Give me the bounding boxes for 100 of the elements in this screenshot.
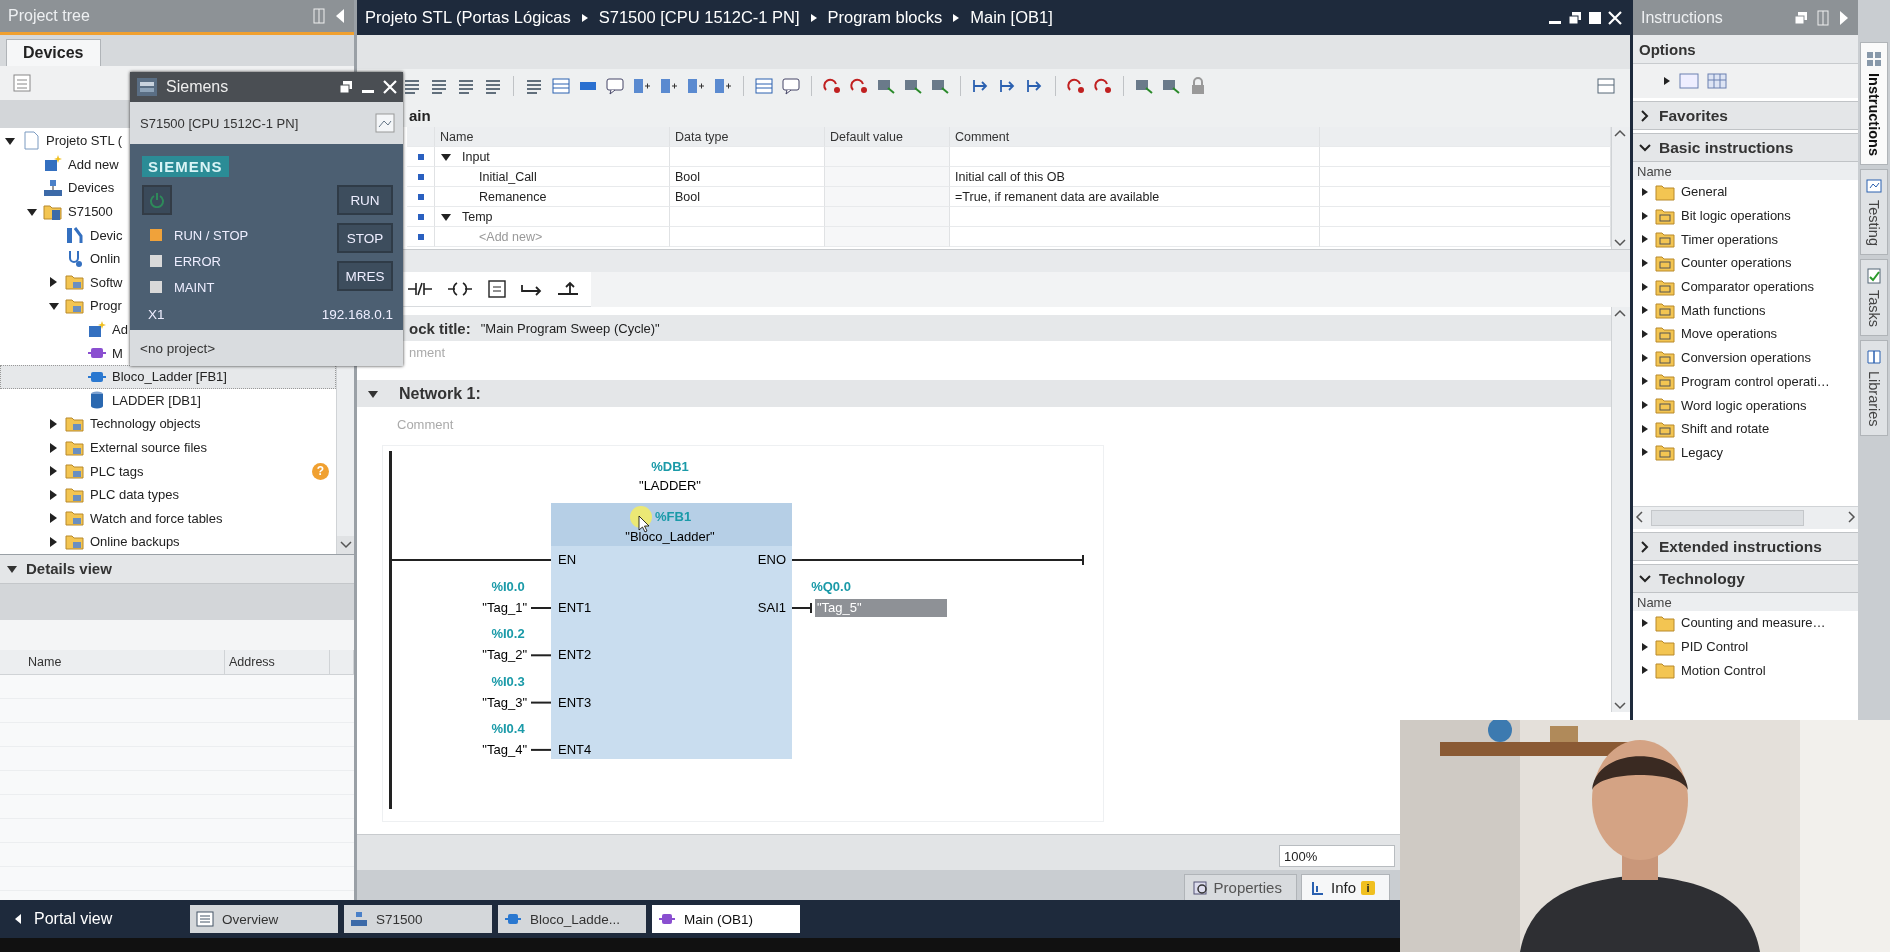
tree-item[interactable]: PLC tags ? bbox=[0, 459, 336, 483]
breadcrumb[interactable]: Projeto STL (Portas Lógicas bbox=[365, 8, 571, 27]
mode-button[interactable]: STOP bbox=[337, 223, 393, 253]
instruction-item[interactable]: Comparator operations bbox=[1633, 274, 1858, 299]
restore-icon[interactable] bbox=[1568, 10, 1582, 25]
tag-name[interactable]: "Tag_4" bbox=[482, 741, 527, 757]
tree-item[interactable]: PLC data types bbox=[0, 482, 185, 507]
instruction-item[interactable]: Timer operations bbox=[1633, 227, 1858, 252]
side-tab[interactable]: Tasks bbox=[1860, 258, 1888, 336]
tree-item[interactable]: Projeto STL ( bbox=[0, 129, 129, 153]
close-icon[interactable] bbox=[383, 80, 397, 94]
close-branch-icon[interactable] bbox=[557, 280, 579, 298]
expand-arrow-icon[interactable] bbox=[1641, 447, 1649, 458]
tree-item[interactable]: Add new bbox=[0, 152, 125, 177]
mode-button[interactable]: RUN bbox=[337, 185, 393, 215]
scrollbar[interactable] bbox=[1633, 506, 1858, 529]
scroll-down-icon[interactable] bbox=[339, 540, 352, 549]
section-header[interactable]: Extended instructions bbox=[1633, 532, 1858, 561]
taskbar-item[interactable]: Bloco_Ladde... bbox=[498, 905, 646, 933]
panel-icon[interactable] bbox=[375, 113, 395, 133]
section-header[interactable]: Favorites bbox=[1633, 101, 1858, 130]
tag-name[interactable]: "Tag_2" bbox=[482, 647, 527, 663]
expand-arrow-icon[interactable] bbox=[1641, 641, 1649, 652]
comment-icon[interactable] bbox=[605, 76, 625, 96]
tree-item[interactable]: Progr bbox=[0, 294, 128, 318]
table-icon[interactable] bbox=[551, 76, 571, 96]
block-title[interactable]: "Main Program Sweep (Cycle)" bbox=[480, 320, 660, 336]
instruction-item[interactable]: Program control operati… bbox=[1633, 369, 1858, 394]
breadcrumb[interactable]: S71500 [CPU 1512C-1 PN] bbox=[598, 8, 800, 27]
table-icon[interactable] bbox=[754, 76, 774, 96]
tree-item[interactable]: Watch and force tables bbox=[0, 506, 229, 531]
expand-arrow-icon[interactable] bbox=[1641, 423, 1649, 434]
tree-item[interactable]: Devic bbox=[0, 223, 129, 247]
section-row[interactable]: Input bbox=[435, 147, 670, 167]
expand-arrow-icon[interactable] bbox=[1641, 234, 1649, 245]
expand-arrow-icon[interactable] bbox=[1663, 76, 1671, 86]
collapse-icon[interactable] bbox=[334, 8, 346, 24]
mode-button[interactable]: MRES bbox=[337, 261, 393, 291]
comment-icon[interactable] bbox=[781, 76, 801, 96]
expand-arrow-icon[interactable] bbox=[1641, 186, 1649, 197]
tree-item[interactable]: Softw bbox=[0, 270, 129, 295]
expand-arrow-icon[interactable] bbox=[1641, 617, 1649, 628]
expand-arrow-icon[interactable] bbox=[1641, 376, 1649, 387]
instance-name[interactable]: "LADDER" bbox=[639, 478, 701, 493]
section-header[interactable]: Basic instructions bbox=[1633, 133, 1858, 162]
tree-item[interactable]: Online backups bbox=[0, 530, 186, 554]
expand-arrow-icon[interactable] bbox=[1641, 665, 1649, 676]
expand-arrow-icon[interactable] bbox=[1641, 210, 1649, 221]
side-tab[interactable]: Instructions bbox=[1860, 42, 1888, 165]
tag-name[interactable]: "Tag_1" bbox=[482, 600, 527, 615]
breadcrumb[interactable]: Program blocks bbox=[827, 8, 943, 27]
float-icon[interactable] bbox=[1794, 10, 1808, 25]
chevron-right-icon[interactable] bbox=[1639, 109, 1651, 122]
instruction-item[interactable]: Bit logic operations bbox=[1633, 203, 1858, 228]
section-header[interactable]: Technology bbox=[1633, 564, 1858, 593]
expand-arrow-icon[interactable] bbox=[1641, 257, 1649, 268]
collapse-icon[interactable] bbox=[1838, 9, 1850, 26]
tree-item[interactable]: Technology objects bbox=[0, 412, 207, 436]
panel-tab[interactable]: Devices bbox=[6, 39, 101, 66]
scroll-down-icon[interactable] bbox=[1612, 700, 1628, 712]
instruction-item[interactable]: Word logic operations bbox=[1633, 393, 1858, 417]
chevron-down-icon[interactable] bbox=[1639, 141, 1651, 154]
coil-icon[interactable] bbox=[447, 280, 473, 298]
power-button[interactable] bbox=[142, 185, 172, 215]
scroll-up-icon[interactable] bbox=[1612, 127, 1628, 139]
contact-icon[interactable] bbox=[407, 280, 433, 298]
expand-arrow-icon[interactable] bbox=[1641, 281, 1649, 292]
chevron-down-icon[interactable] bbox=[1639, 572, 1651, 585]
taskbar-item[interactable]: S71500 bbox=[344, 905, 492, 933]
instruction-item[interactable]: Shift and rotate bbox=[1633, 416, 1858, 441]
instruction-item[interactable]: Counting and measure… bbox=[1633, 611, 1858, 635]
scroll-down-icon[interactable] bbox=[1612, 237, 1628, 249]
portal-view-button[interactable]: Portal view bbox=[0, 900, 184, 938]
taskbar-item[interactable]: Main (OB1) bbox=[652, 905, 800, 933]
instruction-item[interactable]: Legacy bbox=[1633, 440, 1858, 465]
instruction-item[interactable]: Math functions bbox=[1633, 298, 1858, 323]
instruction-item[interactable]: Conversion operations bbox=[1633, 345, 1858, 370]
scrollbar[interactable] bbox=[1611, 127, 1630, 249]
instruction-item[interactable]: Move operations bbox=[1633, 322, 1858, 346]
tree-item[interactable]: S71500 bbox=[0, 199, 119, 224]
tree-item[interactable]: M bbox=[0, 341, 129, 365]
chevron-right-icon[interactable] bbox=[1639, 540, 1651, 553]
expand-arrow-icon[interactable] bbox=[1641, 328, 1649, 339]
tree-item[interactable]: Onlin bbox=[0, 246, 127, 271]
tree-item[interactable]: LADDER [DB1] bbox=[0, 388, 207, 413]
scroll-up-icon[interactable] bbox=[1612, 307, 1628, 319]
taskbar-item[interactable]: Overview bbox=[190, 905, 338, 933]
instruction-item[interactable]: General bbox=[1633, 180, 1858, 204]
tag-name[interactable]: "Tag_3" bbox=[482, 694, 527, 710]
tree-item[interactable]: Bloco_Ladder [FB1] bbox=[0, 364, 336, 389]
instruction-item[interactable]: Motion Control bbox=[1633, 658, 1858, 683]
section-row[interactable]: Temp bbox=[435, 207, 670, 227]
zoom-field[interactable]: 100% bbox=[1279, 845, 1395, 867]
restore-icon[interactable] bbox=[339, 80, 353, 94]
expand-arrow-icon[interactable] bbox=[1641, 305, 1649, 316]
tree-item[interactable]: Devices bbox=[0, 176, 121, 200]
block-name[interactable]: "Bloco_Ladder" bbox=[625, 529, 715, 544]
side-tab[interactable]: Libraries bbox=[1860, 340, 1888, 436]
scrollbar[interactable] bbox=[1611, 307, 1630, 712]
inspector-tab[interactable]: Properties bbox=[1183, 874, 1297, 900]
